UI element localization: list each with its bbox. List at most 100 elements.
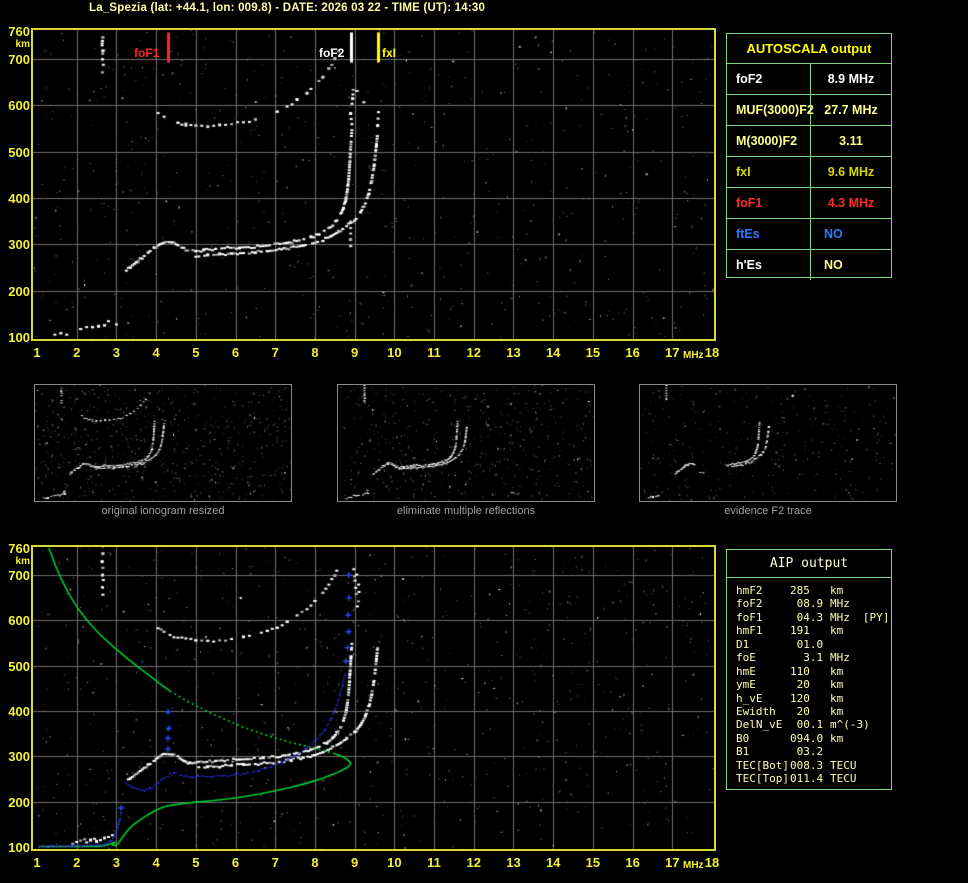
y-axis-tick-label: 400	[8, 704, 30, 720]
autoscala-row-hes: h'Es NO	[727, 250, 891, 280]
aip-param-unit: MHz	[830, 651, 850, 665]
x-axis-tick-label: 16	[625, 855, 640, 870]
aip-param-label: hmF2	[736, 584, 763, 597]
fxi-param-label: fxI	[727, 157, 811, 187]
aip-row-d1: D1 01.0	[736, 638, 891, 651]
aip-output-table: AIP output hmF2 285 km foF2 08.9 MHz foF1 04.…	[726, 549, 892, 790]
aip-param-label: DelN_vE	[736, 718, 783, 732]
y-axis-unit-label: km	[15, 556, 30, 567]
aip-param-label: foE	[736, 651, 756, 665]
x-axis-tick-label: 15	[585, 855, 601, 870]
autoscala-table-title: AUTOSCALA output	[727, 34, 891, 64]
aip-param-value: 03.2	[790, 745, 824, 759]
x-axis-tick-label: 4	[152, 345, 160, 360]
x-axis-tick-label: 8	[311, 855, 319, 870]
aip-param-value: 00.1	[790, 718, 824, 732]
aip-param-label: foF1	[736, 610, 763, 624]
aip-table-title: AIP output	[727, 550, 891, 578]
y-axis-tick-label: 600	[8, 98, 30, 114]
aip-param-flag: [PY]	[862, 610, 890, 624]
fof2-marker-label: foF2	[319, 46, 345, 60]
aip-row-tec-top-: TEC[Top] 011.4 TECU	[736, 772, 891, 785]
x-axis-tick-label: 13	[506, 345, 521, 360]
x-axis-tick-label: 17	[665, 855, 680, 870]
autoscala-row-fxi: fxI 9.6 MHz	[727, 157, 891, 188]
aip-param-value: 094.0	[790, 731, 824, 745]
x-axis-tick-label: 3	[112, 855, 121, 870]
x-axis-tick-label: 8	[311, 345, 319, 360]
thumbnail-f2-trace	[639, 384, 897, 502]
x-axis-tick-label: 4	[152, 855, 160, 870]
y-axis-tick-label: 400	[8, 190, 30, 206]
x-axis-tick-label: 5	[192, 345, 200, 360]
fof1-param-label: foF1	[727, 188, 811, 218]
muf-param-label: MUF(3000)F2	[727, 95, 814, 125]
aip-param-unit: km	[830, 584, 844, 597]
aip-param-value: 20	[790, 678, 810, 692]
x-axis-tick-label: 9	[351, 855, 359, 870]
x-axis-tick-label: 16	[625, 345, 640, 360]
y-axis-tick-label: 600	[8, 613, 30, 629]
autoscala-row-m3000: M(3000)F2 3.11	[727, 126, 891, 157]
aip-row-hme: hmE 110 km	[736, 665, 891, 678]
aip-param-unit: MHz	[830, 597, 850, 611]
autoscala-row-fof1: foF1 4.3 MHz	[727, 188, 891, 219]
aip-param-label: hmF1	[736, 624, 763, 638]
y-axis-tick-label: 760	[8, 24, 30, 39]
thumbnail-original-canvas	[35, 385, 291, 501]
thumbnail-no-reflections-caption: eliminate multiple reflections	[396, 505, 536, 517]
aip-param-value: 20	[790, 704, 810, 718]
aip-param-label: foF2	[736, 597, 763, 611]
aip-param-label: TEC[Bot]	[736, 758, 789, 772]
fof2-param-value: 8.9 MHz	[827, 72, 875, 86]
aip-param-label: B1	[736, 745, 750, 759]
aip-param-value: 285	[790, 584, 810, 597]
aip-row-hmf1: hmF1 191 km	[736, 624, 891, 637]
x-axis-tick-label: 15	[585, 345, 601, 360]
aip-param-unit: TECU	[830, 758, 857, 772]
x-axis-tick-label: 11	[427, 345, 441, 360]
aip-param-unit: TECU	[830, 772, 857, 786]
ftes-param-value: NO	[824, 227, 843, 241]
ionogram-plot-bottom	[31, 545, 716, 851]
aip-param-value: 008.3	[790, 758, 824, 772]
autoscala-window: La_Spezia (lat: +44.1, lon: 009.8) - DAT…	[0, 0, 968, 883]
thumbnail-no-reflections-canvas	[338, 385, 594, 501]
x-axis-tick-label: 10	[387, 855, 402, 870]
x-axis-tick-label: 1	[33, 855, 41, 870]
x-axis-tick-label: 1	[33, 345, 41, 360]
x-axis-tick-label: 3	[112, 345, 121, 360]
bottom-ionogram-canvas	[33, 547, 714, 849]
station-title: La_Spezia (lat: +44.1, lon: 009.8) - DAT…	[89, 2, 486, 14]
aip-row-h-ve: h_vE 120 km	[736, 692, 891, 705]
autoscala-row-muf: MUF(3000)F2 27.7 MHz	[727, 95, 891, 126]
aip-param-unit: km	[830, 678, 844, 692]
aip-param-unit: km	[830, 664, 844, 678]
thumbnail-original-ionogram	[34, 384, 292, 502]
aip-row-b1: B1 03.2	[736, 745, 891, 758]
fof1-marker-label: foF1	[134, 46, 160, 60]
aip-param-value: 01.0	[790, 637, 824, 651]
x-axis-tick-label: 2	[73, 345, 81, 360]
aip-param-unit: MHz	[830, 610, 850, 624]
hes-param-value: NO	[824, 258, 843, 272]
x-axis-tick-label: 2	[73, 855, 81, 870]
aip-param-unit: km	[830, 691, 844, 705]
y-axis-tick-label: 200	[8, 283, 30, 299]
x-axis-tick-label: 14	[545, 855, 561, 870]
aip-param-label: hmE	[736, 664, 756, 678]
x-axis-tick-label: 6	[231, 345, 240, 360]
x-axis-tick-label: 12	[466, 345, 481, 360]
autoscala-row-ftes: ftEs NO	[727, 219, 891, 250]
y-axis-tick-label: 100	[8, 840, 30, 855]
x-axis-tick-label: 13	[506, 855, 521, 870]
aip-param-unit: m^(-3)	[830, 718, 870, 732]
aip-row-tec-bot-: TEC[Bot] 008.3 TECU	[736, 759, 891, 772]
aip-param-label: Ewidth	[736, 704, 776, 718]
x-axis-tick-label: 7	[271, 345, 279, 360]
x-axis-tick-label: 9	[351, 345, 359, 360]
x-axis-tick-label: 10	[387, 345, 402, 360]
m3000-param-value: 3.11	[839, 134, 863, 148]
fof1-param-value: 4.3 MHz	[827, 196, 875, 210]
aip-row-b0: B0 094.0 km	[736, 732, 891, 745]
